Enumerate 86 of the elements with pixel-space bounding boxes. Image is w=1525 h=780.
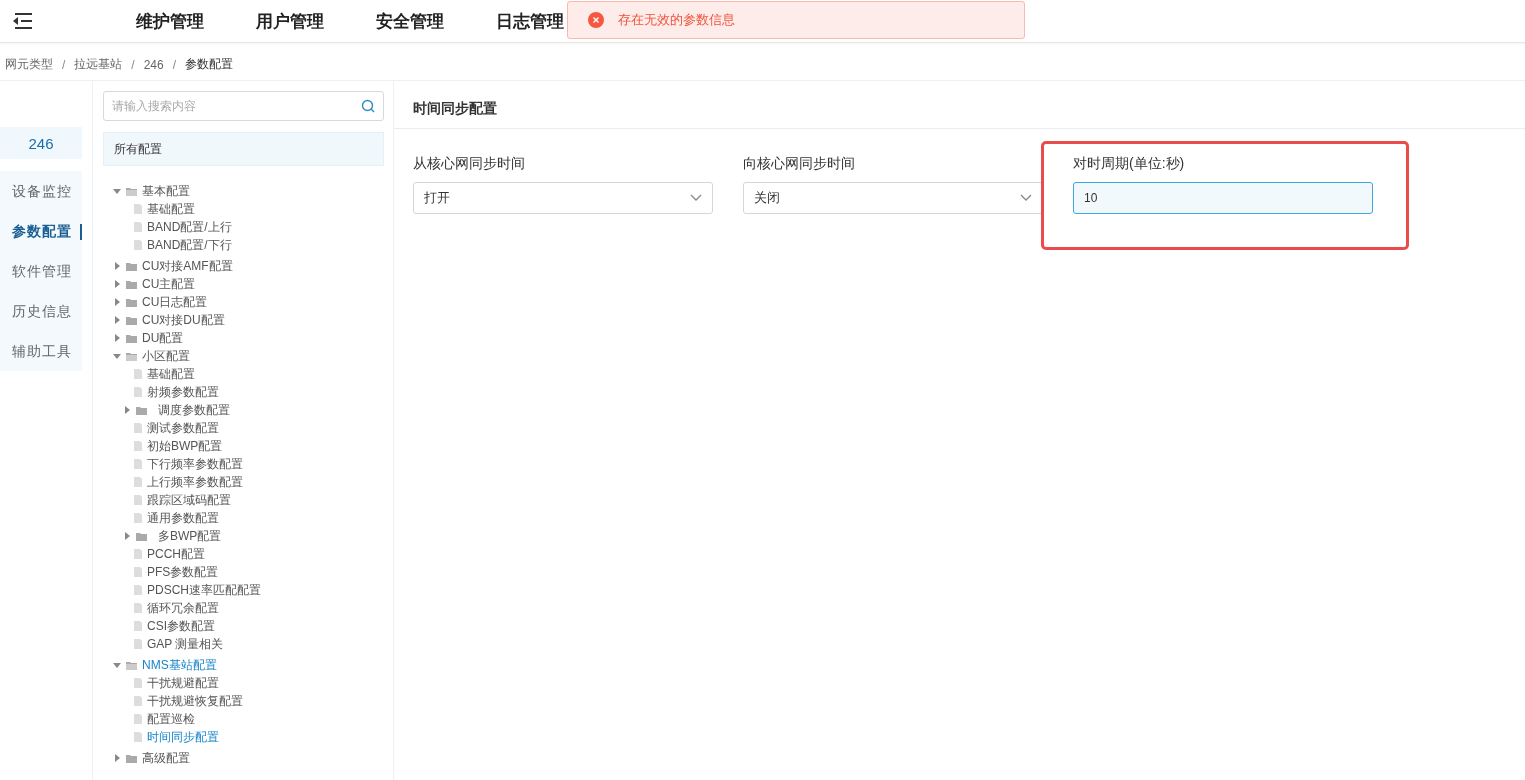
field-label: 向核心网同步时间	[743, 155, 856, 173]
caret-icon[interactable]	[123, 406, 131, 414]
tree-item[interactable]: PDSCH速率匹配配置	[147, 581, 261, 599]
input-field[interactable]: 10	[1073, 182, 1373, 214]
tree-item[interactable]: 通用参数配置	[147, 509, 219, 527]
caret-icon[interactable]	[123, 532, 131, 540]
alert-message: 存在无效的参数信息	[618, 11, 735, 29]
folder-icon	[126, 660, 137, 670]
folder-icon	[126, 753, 137, 763]
tree-item[interactable]: 小区配置	[142, 347, 190, 365]
folder-icon	[126, 315, 137, 325]
breadcrumb-separator: /	[62, 57, 66, 72]
tree-item[interactable]: 干扰规避配置	[147, 674, 219, 692]
breadcrumb-item[interactable]: 网元类型	[5, 56, 53, 73]
tree-item[interactable]: 初始BWP配置	[147, 437, 223, 455]
select-field[interactable]: 打开	[413, 182, 713, 214]
tree-item[interactable]: NMS基站配置	[142, 656, 217, 674]
field-label: 对时周期(单位:秒)	[1073, 155, 1186, 173]
breadcrumb-separator: /	[172, 57, 177, 72]
error-icon	[588, 12, 604, 28]
tree-item[interactable]: CU日志配置	[142, 293, 208, 311]
select-field[interactable]: 关闭	[743, 182, 1043, 214]
tree-item[interactable]: 调度参数配置	[158, 401, 230, 419]
tree-root-item[interactable]: 所有配置	[103, 132, 384, 166]
breadcrumb-item[interactable]: 246	[143, 57, 164, 72]
device-badge: 246	[0, 127, 82, 159]
tree-item[interactable]: 基本配置	[142, 182, 190, 200]
search-field[interactable]: 请输入搜索内容	[103, 91, 384, 121]
search-icon	[361, 99, 375, 113]
folder-icon	[126, 261, 137, 271]
tree-item[interactable]: GAP 测量相关	[147, 635, 224, 653]
tree-item[interactable]: 跟踪区域码配置	[147, 491, 231, 509]
tree-item[interactable]: CU对接DU配置	[142, 311, 225, 329]
tree-item[interactable]: 射频参数配置	[147, 383, 219, 401]
caret-icon[interactable]	[113, 661, 121, 669]
caret-icon[interactable]	[113, 298, 121, 306]
folder-icon	[136, 405, 147, 415]
nav-menu-item[interactable]: 日志管理	[496, 9, 564, 33]
folder-icon	[126, 297, 137, 307]
caret-icon[interactable]	[113, 316, 121, 324]
tree-item[interactable]: 多BWP配置	[158, 527, 222, 545]
tree-item[interactable]: CU对接AMF配置	[142, 257, 233, 275]
folder-icon	[126, 333, 137, 343]
breadcrumb-separator: /	[131, 57, 135, 72]
side-menu-item[interactable]: 辅助工具	[0, 331, 82, 371]
chevron-down-icon	[690, 194, 702, 202]
tree-item[interactable]: 基础配置	[147, 200, 195, 218]
tree-item[interactable]: 测试参数配置	[147, 419, 219, 437]
tree-item[interactable]: 配置巡检	[147, 710, 195, 728]
side-menu-item[interactable]: 软件管理	[0, 251, 82, 291]
tree-item[interactable]: DU配置	[142, 329, 184, 347]
caret-icon[interactable]	[113, 280, 121, 288]
chevron-down-icon	[1020, 194, 1032, 202]
nav-menu-item[interactable]: 安全管理	[376, 9, 444, 33]
tree-item[interactable]: CU主配置	[142, 275, 196, 293]
nav-menu-item[interactable]: 维护管理	[136, 9, 204, 33]
tree-item[interactable]: PCCH配置	[147, 545, 205, 563]
caret-icon[interactable]	[113, 754, 121, 762]
menu-icon[interactable]	[11, 12, 33, 30]
tree-item[interactable]: CSI参数配置	[147, 617, 215, 635]
folder-icon	[126, 186, 137, 196]
caret-icon[interactable]	[113, 262, 121, 270]
tree-item[interactable]: 高级配置	[142, 749, 190, 767]
folder-icon	[136, 531, 147, 541]
tree-item[interactable]: 下行频率参数配置	[147, 455, 243, 473]
caret-icon[interactable]	[113, 352, 121, 360]
tree-item[interactable]: 时间同步配置	[147, 728, 219, 746]
panel-title: 时间同步配置	[394, 81, 1525, 129]
folder-icon	[126, 351, 137, 361]
field-label: 从核心网同步时间	[413, 155, 526, 173]
caret-icon[interactable]	[113, 187, 121, 195]
side-menu-item[interactable]: 参数配置	[0, 211, 82, 251]
side-menu-item[interactable]: 设备监控	[0, 171, 82, 211]
tree-item[interactable]: 干扰规避恢复配置	[147, 692, 243, 710]
tree-item[interactable]: BAND配置/下行	[147, 236, 232, 254]
tree-item[interactable]: BAND配置/上行	[147, 218, 232, 236]
tree-item[interactable]: 上行频率参数配置	[147, 473, 243, 491]
side-menu-item[interactable]: 历史信息	[0, 291, 82, 331]
tree-item[interactable]: PFS参数配置	[147, 563, 219, 581]
breadcrumb-item[interactable]: 拉远基站	[74, 56, 123, 73]
tree-item[interactable]: 循环冗余配置	[147, 599, 219, 617]
nav-menu-item[interactable]: 用户管理	[256, 9, 324, 33]
breadcrumb-item: 参数配置	[185, 56, 234, 73]
tree-item[interactable]: 基础配置	[147, 365, 195, 383]
caret-icon[interactable]	[113, 334, 121, 342]
folder-icon	[126, 279, 137, 289]
